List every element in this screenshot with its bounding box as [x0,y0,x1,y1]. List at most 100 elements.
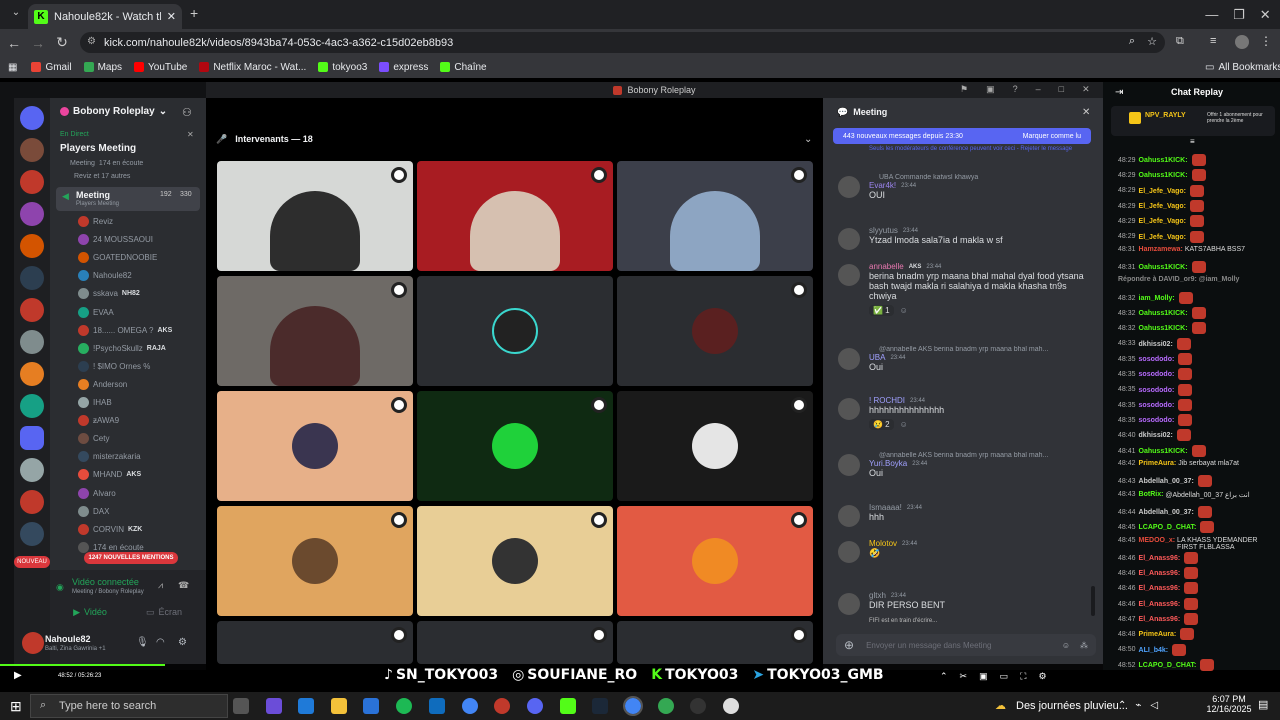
collapse-icon[interactable]: ⌄ [804,134,812,145]
chat-message[interactable]: UBA Commande katwsl khawya Evar4k! 23:44 OU… [838,174,1096,200]
server-icon[interactable] [20,458,44,482]
voice-channel-meeting[interactable]: ◀ Meeting Players Meeting 192 330 [56,187,200,211]
avatar[interactable] [838,593,860,615]
new-mentions-badge[interactable]: 1247 NOUVELLES MENTIONS [84,552,178,564]
voice-member[interactable]: DAX [78,505,109,517]
chat-line[interactable]: 48:46 El_Anass96: [1118,582,1199,595]
chat-line[interactable]: 48:32 Oahuss1KICK: [1118,307,1206,319]
close-icon[interactable]: ✕ [1082,84,1090,95]
chat-message[interactable]: Ismaaaa! 23:44 hhh [838,503,1096,527]
chat-line[interactable]: 48:29 Oahuss1KICK: [1118,154,1206,166]
voice-member[interactable]: misterzakaria [78,451,141,463]
pin-icon[interactable]: ⚑ [960,84,968,95]
fullscreen-icon[interactable]: ⛶ [1020,671,1026,682]
avatar[interactable] [838,454,860,476]
site-info-icon[interactable]: ⚙ [87,36,96,47]
video-tile-participant[interactable] [217,621,413,664]
taskbar-search[interactable]: ⌕ Type here to search [30,694,228,718]
chat-line[interactable]: 48:29 El_Jefe_Vago: [1118,184,1204,197]
voice-member[interactable]: ! $IMO Ornes % [78,360,150,372]
chat-line[interactable]: 48:29 Oahuss1KICK: [1118,169,1206,182]
app-icon[interactable] [690,698,706,714]
close-icon[interactable]: ✕ [187,130,194,139]
chat-message[interactable]: slyyutus 23:44 Ytzad lmoda sala7ia d makla… [838,226,1096,250]
video-tile-participant[interactable] [617,391,813,501]
chat-username[interactable]: PrimeAura: [1139,631,1177,638]
user-name[interactable]: Nahoule82 [45,634,91,644]
chat-line[interactable]: 48:29 El_Jefe_Vago: [1118,230,1204,243]
chat-username[interactable]: El_Anass96: [1139,616,1181,623]
emoji-icon[interactable]: ☺ [1062,641,1070,650]
chat-username[interactable]: El_Jefe_Vago: [1139,218,1186,225]
collapse-chat-icon[interactable]: ⇥ [1115,87,1123,98]
chat-line[interactable]: 48:42 PrimeAura: Jib serbayat mla7at [1118,460,1239,467]
bookmark-tokyoo3[interactable]: tokyoo3 [318,62,367,73]
tab-search-icon[interactable]: ⌄ [4,7,28,18]
chat-line[interactable]: 48:50 ALI_b4k: [1118,643,1187,656]
settings-gear-icon[interactable]: ⚙ [1038,671,1046,682]
url-bar[interactable]: ⚙ kick.com/nahoule82k/videos/8943ba74-05… [80,32,1165,53]
video-tile-participant[interactable] [617,161,813,271]
voice-member[interactable]: 24 MOUSSAOUI [78,234,153,246]
server-icon[interactable] [20,170,44,194]
message-composer[interactable]: ⊕ Envoyer un message dans Meeting ☺ ⁂ [836,634,1096,656]
avatar[interactable] [838,264,860,286]
play-icon[interactable]: ▶ [14,670,22,681]
chat-username[interactable]: El_Jefe_Vago: [1139,233,1186,240]
chat-username[interactable]: MEDOO_x: [1139,537,1176,544]
voice-member[interactable]: IHAB [78,397,112,408]
server-icon[interactable] [20,138,44,162]
store-icon[interactable] [363,698,379,714]
voice-member[interactable]: !PsychoSkullz RAJA [78,342,166,354]
extensions-icon[interactable]: ⧉ [1176,35,1184,48]
edge-icon[interactable] [298,698,314,714]
reaction-pill[interactable]: 😢 2 [869,419,894,430]
clip-icon[interactable]: ✂ [960,671,968,682]
back-icon[interactable]: ← [2,35,26,51]
bookmark-express[interactable]: express [379,62,428,73]
expand-icon[interactable]: ≡ [1190,137,1195,146]
avatar[interactable] [22,632,44,654]
chrome-active-icon[interactable] [623,696,643,716]
screen-share-button[interactable]: ▭ Écran [130,603,198,621]
chat-line[interactable]: 48:46 El_Anass96: [1118,551,1199,564]
chat-line[interactable]: 48:52 LCAPO_D_CHAT: [1118,658,1215,671]
author-name[interactable]: Evar4k! [869,181,896,190]
server-icon[interactable] [20,330,44,354]
author-name[interactable]: annabelle [869,262,904,271]
chat-username[interactable]: sosododo: [1139,371,1175,378]
chat-username[interactable]: LCAPO_D_CHAT: [1139,662,1197,669]
chat-username[interactable]: sosododo: [1139,356,1175,363]
home-icon[interactable] [20,106,44,130]
chat-username[interactable]: ALI_b4k: [1139,646,1169,653]
author-name[interactable]: slyyutus [869,226,898,235]
chat-line[interactable]: 48:32 iam_Molly: [1118,291,1193,304]
chat-line[interactable]: 48:46 El_Anass96: [1118,597,1199,610]
chat-username[interactable]: sosododo: [1139,402,1175,409]
chat-username[interactable]: El_Anass96: [1139,601,1181,608]
chat-line[interactable]: 48:47 El_Anass96: [1118,613,1199,625]
minimize-icon[interactable]: – [1036,84,1041,95]
video-tile-participant[interactable] [417,621,613,664]
bookmark-maps[interactable]: Maps [83,62,122,73]
reply-preview[interactable]: @annabelle AKS berina bnadm yrp maana bh… [879,452,1096,459]
chat-message[interactable]: ! ROCHDI 23:44 hhhhhhhhhhhhhhh 😢 2 ☺ [838,396,1096,430]
video-tile-participant[interactable] [217,161,413,271]
video-tile-participant[interactable] [217,276,413,386]
author-name[interactable]: UBA [869,353,885,362]
chat-username[interactable]: Oahuss1KICK: [1139,157,1188,164]
author-name[interactable]: Yuri.Boyka [869,459,907,468]
chat-line[interactable]: 48:43 BotRix: @Abdellah_00_37 انت براع [1118,491,1250,499]
chat-username[interactable]: sosododo: [1139,417,1175,424]
chat-username[interactable]: dkhissi02: [1139,340,1173,347]
chat-username[interactable]: Abdellah_00_37: [1139,478,1194,485]
reaction-pill[interactable]: ✅ 1 [869,305,894,316]
video-tile-participant[interactable] [417,276,613,386]
video-tile-participant[interactable] [617,621,813,664]
help-icon[interactable]: ? [1013,84,1018,95]
clock[interactable]: 6:07 PM 12/16/2025 [1206,694,1252,714]
menu-icon[interactable]: ⋮ [1260,34,1272,48]
disconnect-icon[interactable]: ☎ [178,580,189,591]
reply-preview[interactable]: UBA Commande katwsl khawya [879,174,1096,181]
chat-line[interactable]: 48:35 sosododo: [1118,352,1193,365]
